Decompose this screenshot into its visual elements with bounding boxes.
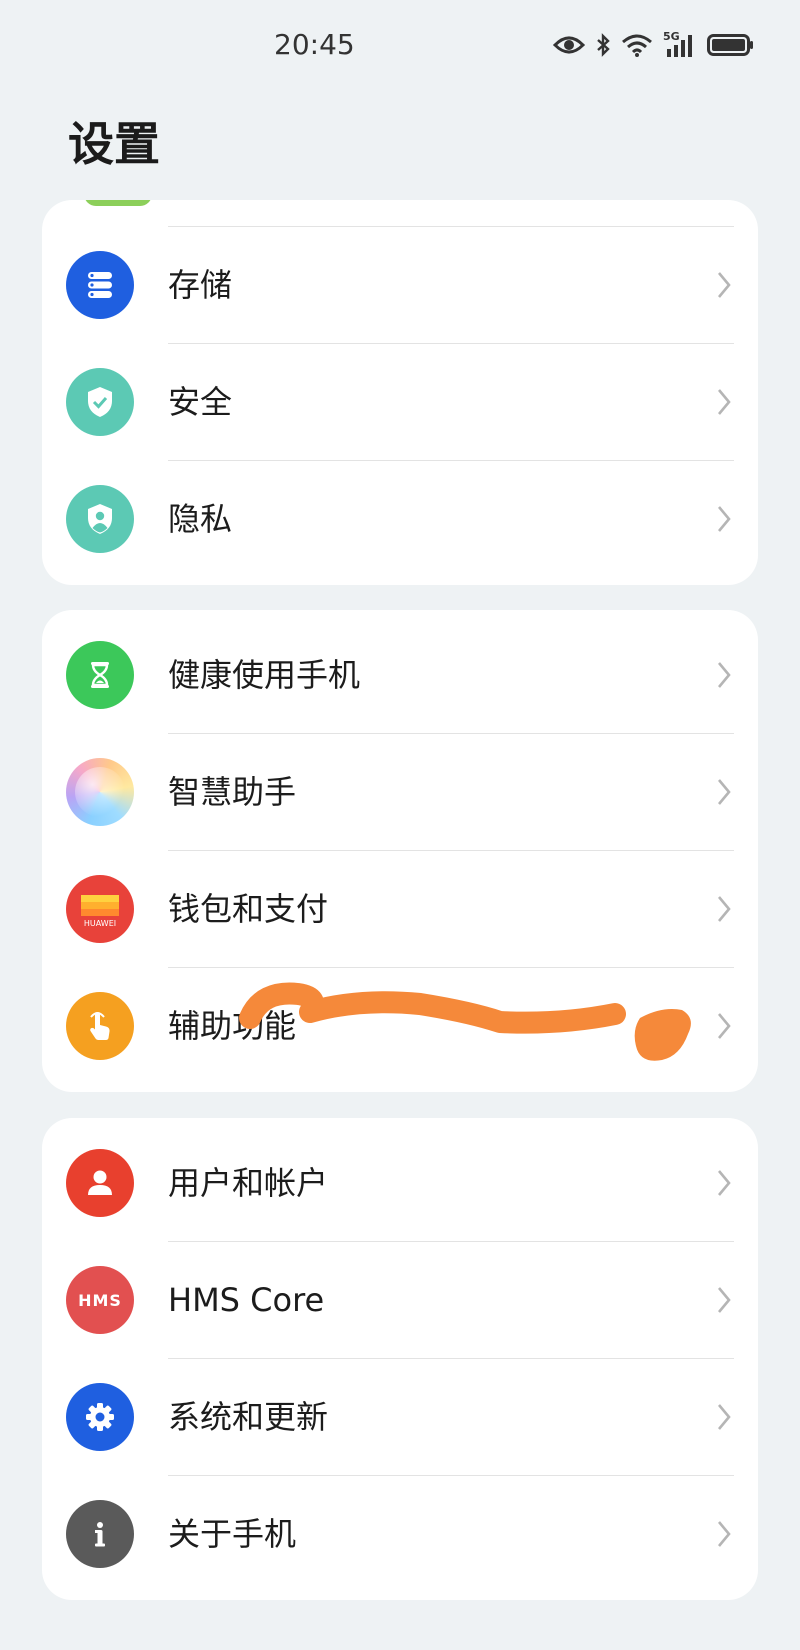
settings-item-label: 钱包和支付 — [168, 890, 329, 928]
settings-item-label: 用户和帐户 — [168, 1164, 329, 1202]
smart-assistant-icon — [66, 758, 134, 826]
settings-item-label: 辅助功能 — [168, 1007, 297, 1045]
settings-item-label: 系统和更新 — [168, 1398, 329, 1436]
chevron-right-icon — [718, 1287, 731, 1313]
settings-item-label: 存储 — [168, 266, 233, 304]
chevron-right-icon — [718, 1013, 731, 1039]
settings-item-storage[interactable]: 存储 — [42, 227, 758, 344]
eye-icon — [553, 36, 585, 54]
chevron-right-icon — [718, 1404, 731, 1430]
settings-item-security[interactable]: 安全 — [42, 344, 758, 461]
gear-icon — [66, 1383, 134, 1451]
chevron-right-icon — [718, 1170, 731, 1196]
wifi-icon — [622, 34, 652, 57]
settings-item-digital-balance[interactable]: 健康使用手机 — [42, 617, 758, 734]
chevron-right-icon — [718, 779, 731, 805]
settings-item-label: 关于手机 — [168, 1515, 297, 1553]
settings-item-wallet[interactable]: HUAWEI 钱包和支付 — [42, 851, 758, 968]
settings-item-about-phone[interactable]: 关于手机 — [42, 1476, 758, 1593]
hourglass-icon — [66, 641, 134, 709]
settings-item-label: 智慧助手 — [168, 773, 297, 811]
cellular-signal-icon: 5G — [663, 30, 697, 58]
page-title: 设置 — [68, 117, 160, 171]
chevron-right-icon — [718, 896, 731, 922]
status-bar: 20:45 5G — [0, 0, 800, 95]
privacy-shield-icon — [66, 485, 134, 553]
accessibility-hand-icon — [66, 992, 134, 1060]
settings-group-system: 用户和帐户 HMS HMS Core 系统和更新 关于手机 — [42, 1118, 758, 1600]
storage-icon — [66, 251, 134, 319]
chevron-right-icon — [718, 272, 731, 298]
settings-item-label: 隐私 — [168, 500, 233, 538]
peek-icon — [84, 200, 152, 206]
battery-icon — [707, 34, 753, 56]
wallet-icon-text: HUAWEI — [83, 918, 117, 928]
settings-group-security: 存储 安全 隐私 — [42, 200, 758, 585]
settings-item-label: HMS Core — [168, 1281, 325, 1319]
settings-item-label: 安全 — [168, 383, 233, 421]
chevron-right-icon — [718, 389, 731, 415]
status-time: 20:45 — [274, 28, 355, 61]
user-icon — [66, 1149, 134, 1217]
hms-core-icon: HMS — [66, 1266, 134, 1334]
settings-item-users-accounts[interactable]: 用户和帐户 — [42, 1125, 758, 1242]
settings-group-services: 健康使用手机 智慧助手 HUAWEI 钱包和支付 辅助功能 — [42, 610, 758, 1092]
shield-check-icon — [66, 368, 134, 436]
chevron-right-icon — [718, 506, 731, 532]
hms-core-icon-text: HMS — [78, 1290, 122, 1310]
info-icon — [66, 1500, 134, 1568]
wallet-icon: HUAWEI — [66, 875, 134, 943]
chevron-right-icon — [718, 662, 731, 688]
settings-item-accessibility[interactable]: 辅助功能 — [42, 968, 758, 1085]
settings-item-hms-core[interactable]: HMS HMS Core — [42, 1242, 758, 1359]
scrolled-item-peek — [42, 200, 758, 227]
settings-item-smart-assistant[interactable]: 智慧助手 — [42, 734, 758, 851]
settings-item-system-updates[interactable]: 系统和更新 — [42, 1359, 758, 1476]
settings-item-label: 健康使用手机 — [168, 656, 361, 694]
settings-item-privacy[interactable]: 隐私 — [42, 461, 758, 578]
chevron-right-icon — [718, 1521, 731, 1547]
status-icons: 5G — [553, 30, 755, 58]
bluetooth-icon — [597, 33, 610, 57]
